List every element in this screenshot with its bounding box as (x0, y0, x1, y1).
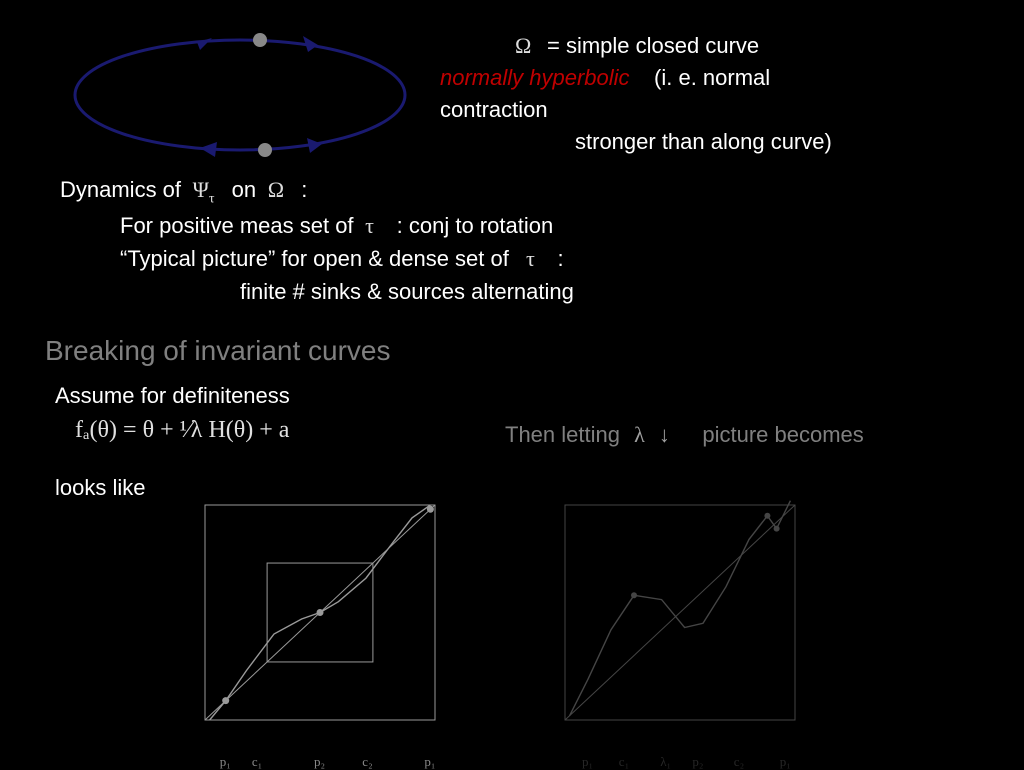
lambda-symbol: λ (626, 422, 653, 447)
pos-meas: For positive meas set of (120, 213, 354, 238)
looks-like: looks like (55, 475, 145, 501)
then-letting: Then letting (505, 422, 620, 447)
finite-sinks: finite # sinks & sources alternating (60, 275, 980, 308)
invariant-curve-sketch (60, 20, 420, 170)
typical-picture: “Typical picture” for open & dense set o… (120, 246, 509, 271)
fa-formula: fₐ(θ) = θ + ¹⁄λ H(θ) + a (75, 417, 289, 444)
colon2: : (557, 246, 563, 271)
breaking-heading: Breaking of invariant curves (45, 335, 391, 367)
stronger-than: stronger than along curve) (440, 126, 1000, 158)
eq-simple-closed: = simple closed curve (547, 33, 759, 58)
graph-picture-becomes: p₁c₁λ₁p₂c₂p₁ (555, 500, 805, 750)
curve-description-block: Ω = simple closed curve normally hyperbo… (440, 30, 1000, 158)
dynamics-of: Dynamics of (60, 177, 181, 202)
graph-looks-like: p₁c₁p₂c₂p₁ (195, 500, 445, 750)
ie-normal: (i. e. normal (654, 65, 770, 90)
assume-line: Assume for definiteness (55, 383, 290, 409)
down-arrow-icon: ↓ (659, 422, 678, 447)
contraction-word: contraction (440, 94, 1000, 126)
normally-hyperbolic: normally hyperbolic (440, 65, 630, 90)
dynamics-block: Dynamics of Ψτ on Ω : For positive meas … (60, 173, 980, 308)
conj-rotation: : conj to rotation (397, 213, 554, 238)
on-word: on (232, 177, 256, 202)
colon1: : (301, 177, 307, 202)
picture-becomes: picture becomes (702, 422, 863, 447)
then-letting-line: Then letting λ ↓ picture becomes (505, 422, 864, 448)
